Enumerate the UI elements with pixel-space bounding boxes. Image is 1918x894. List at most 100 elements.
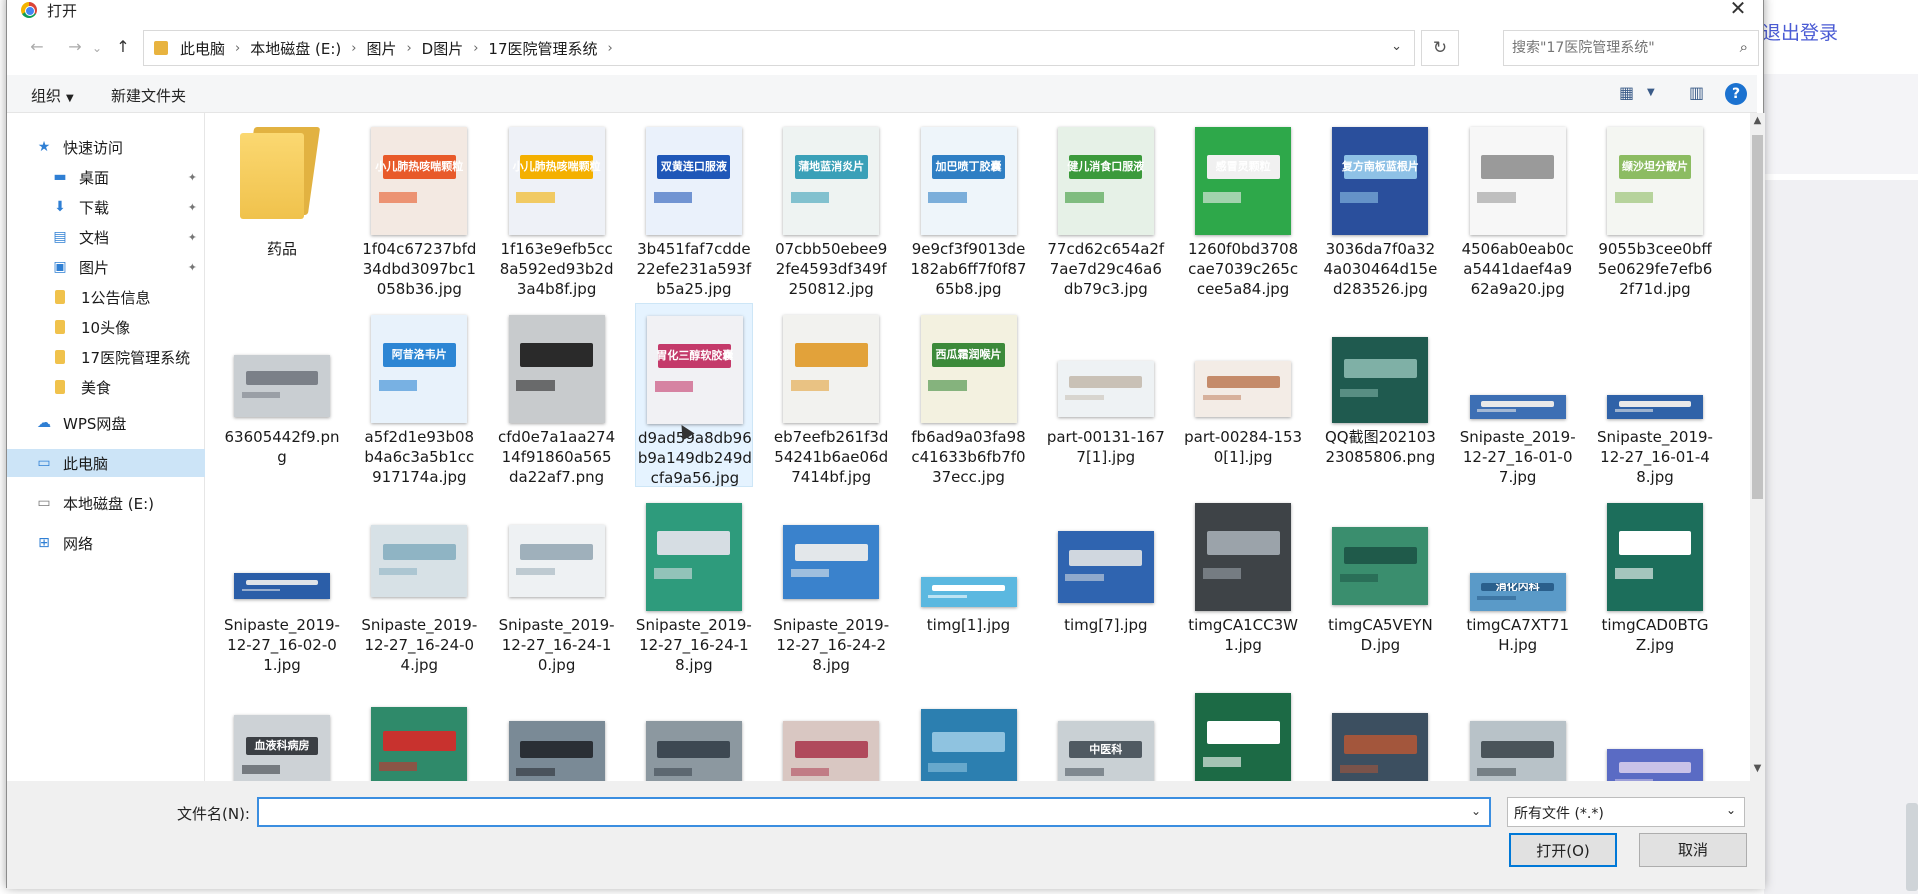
file-item[interactable]: eb7eefb261f3d54241b6ae06d7414bf.jpg: [772, 303, 890, 487]
help-icon[interactable]: ?: [1725, 83, 1747, 105]
breadcrumb-item[interactable]: 此电脑: [180, 38, 225, 59]
scroll-up-icon[interactable]: ▲: [1750, 115, 1765, 126]
preview-pane-icon[interactable]: ▥: [1689, 83, 1704, 102]
file-item[interactable]: 缬沙坦分散片 9055b3cee0bff5e0629fe7efb62f71d.jp…: [1596, 115, 1714, 299]
file-item[interactable]: timgCA1CC3W1.jpg: [1184, 491, 1302, 675]
file-item[interactable]: 胃化三醇软胶囊 d9ad59a8db96b9a149db249dcfa9a56.j…: [634, 303, 753, 487]
sidebar-item[interactable]: ⬇ 下载 ✦: [7, 193, 205, 221]
logout-link[interactable]: 退出登录: [1762, 18, 1838, 45]
file-item[interactable]: 63605442f9.png: [223, 303, 341, 487]
sidebar-item[interactable]: 17医院管理系统: [7, 343, 205, 371]
search-icon[interactable]: ⌕: [1740, 38, 1748, 56]
vertical-scrollbar[interactable]: ▲ ▼: [1750, 113, 1765, 781]
file-item[interactable]: 双黄连口服液 3b451faf7cdde22efe231a593fb5a25.jp…: [635, 115, 753, 299]
file-item[interactable]: 复方南板蓝根片 3036da7f0a324a030464d15ed283526.j…: [1321, 115, 1439, 299]
scroll-down-icon[interactable]: ▼: [1750, 763, 1765, 774]
breadcrumb-item[interactable]: 17医院管理系统: [488, 38, 597, 59]
filename-field[interactable]: ⌄: [257, 797, 1491, 827]
file-item[interactable]: 小儿肺热咳喘颗粒 1f163e9efb5cc8a592ed93b2d3a4b8f.…: [498, 115, 616, 299]
sidebar-item-this-pc[interactable]: ▭ 此电脑: [7, 449, 205, 477]
file-item[interactable]: Snipaste_2019-12-27_16-24-10.jpg: [498, 491, 616, 675]
folder-icon: [238, 125, 321, 219]
chevron-right-icon[interactable]: ›: [235, 41, 240, 56]
file-item[interactable]: 西瓜霜润喉片 fb6ad9a03fa98c41633b6fb7f037ecc.jp…: [910, 303, 1028, 487]
change-view-icon[interactable]: ▦: [1619, 83, 1634, 102]
search-input[interactable]: [1512, 36, 1722, 60]
chevron-down-icon[interactable]: ⌄: [1471, 804, 1481, 818]
back-arrow-icon[interactable]: ←: [25, 37, 49, 56]
cloud-icon: ☁: [37, 415, 51, 431]
file-item[interactable]: timg[7].jpg: [1047, 491, 1165, 675]
file-item[interactable]: cfd0e7a1aa27414f91860a565da22af7.png: [498, 303, 616, 487]
file-item[interactable]: 消化内科 timgCA7XT71H.jpg: [1459, 491, 1577, 675]
sidebar-item[interactable]: 1公告信息: [7, 283, 205, 311]
chevron-down-icon[interactable]: ⌄: [1391, 39, 1402, 54]
file-item[interactable]: Snipaste_2019-12-27_16-24-18.jpg: [635, 491, 753, 675]
forward-arrow-icon[interactable]: →: [63, 37, 87, 56]
file-item[interactable]: [360, 679, 478, 781]
file-item[interactable]: Snipaste_2019-12-27_16-02-01.jpg: [223, 491, 341, 675]
search-box[interactable]: ⌕: [1503, 30, 1759, 66]
file-item[interactable]: 感冒灵颗粒 1260f0bd3708cae7039c265ccee5a84.jpg: [1184, 115, 1302, 299]
file-item[interactable]: part-00284-1530[1].jpg: [1184, 303, 1302, 487]
breadcrumb-item[interactable]: 图片: [366, 38, 396, 59]
breadcrumb-item[interactable]: D图片: [422, 38, 464, 59]
file-item[interactable]: timg[1].jpg: [910, 491, 1028, 675]
file-name: timg[7].jpg: [1064, 616, 1148, 634]
file-type-select[interactable]: 所有文件 (*.*) ⌄: [1507, 797, 1745, 827]
sidebar-item[interactable]: 美食: [7, 373, 205, 401]
folder-item[interactable]: 药品: [223, 115, 341, 299]
file-item[interactable]: QQ截图20210323085806.png: [1321, 303, 1439, 487]
file-item[interactable]: 小儿肺热咳喘颗粒 1f04c67237bfd34dbd3097bc1058b36.…: [360, 115, 478, 299]
file-name: timgCAD0BTGZ.jpg: [1601, 616, 1709, 654]
file-item[interactable]: Snipaste_2019-12-27_16-01-07.jpg: [1459, 303, 1577, 487]
sidebar-item[interactable]: 10头像: [7, 313, 205, 341]
sidebar-item-local-disk[interactable]: ▭ 本地磁盘 (E:): [7, 489, 205, 517]
file-item[interactable]: 4506ab0eab0ca5441daef4a962a9a20.jpg: [1459, 115, 1577, 299]
sidebar-item[interactable]: ▣ 图片 ✦: [7, 253, 205, 281]
file-item[interactable]: Snipaste_2019-12-27_16-24-28.jpg: [772, 491, 890, 675]
chevron-right-icon[interactable]: ›: [406, 41, 411, 56]
sidebar-item-quick-access[interactable]: ★ 快速访问: [7, 133, 205, 161]
file-item[interactable]: 中医科: [1047, 679, 1165, 781]
file-item[interactable]: [1596, 679, 1714, 781]
file-item[interactable]: [772, 679, 890, 781]
file-item[interactable]: 阿昔洛韦片 a5f2d1e93b08b4a6c3a5b1cc917174a.jpg: [360, 303, 478, 487]
file-item[interactable]: 加巴喷丁胶囊 9e9cf3f9013de182ab6ff7f0f8765b8.jp…: [910, 115, 1028, 299]
organize-menu[interactable]: 组织 ▼: [31, 85, 74, 106]
file-item[interactable]: part-00131-1677[1].jpg: [1047, 303, 1165, 487]
chevron-right-icon[interactable]: ›: [608, 41, 613, 56]
new-folder-button[interactable]: 新建文件夹: [111, 85, 186, 106]
file-item[interactable]: timgCA5VEYND.jpg: [1321, 491, 1439, 675]
recent-locations-dropdown-icon[interactable]: ⌄: [85, 41, 109, 55]
file-item[interactable]: [498, 679, 616, 781]
file-item[interactable]: [910, 679, 1028, 781]
file-item[interactable]: 蒲地蓝消炎片 07cbb50ebee92fe4593df349f250812.jp…: [772, 115, 890, 299]
refresh-button[interactable]: ↻: [1421, 30, 1459, 66]
sidebar-item-wps[interactable]: ☁ WPS网盘: [7, 409, 205, 437]
filename-label: 文件名(N):: [177, 805, 250, 823]
sidebar-item[interactable]: ▤ 文档 ✦: [7, 223, 205, 251]
background-scrollbar[interactable]: [1906, 803, 1918, 891]
file-item[interactable]: Snipaste_2019-12-27_16-24-04.jpg: [360, 491, 478, 675]
file-item[interactable]: timgCAD0BTGZ.jpg: [1596, 491, 1714, 675]
sidebar-item[interactable]: ▬ 桌面 ✦: [7, 163, 205, 191]
file-item[interactable]: [635, 679, 753, 781]
file-item[interactable]: [1459, 679, 1577, 781]
file-item[interactable]: [1184, 679, 1302, 781]
up-arrow-icon[interactable]: ↑: [111, 37, 135, 56]
open-button[interactable]: 打开(O): [1509, 833, 1617, 867]
sidebar-item-network[interactable]: ⊞ 网络: [7, 529, 205, 557]
cancel-button[interactable]: 取消: [1639, 833, 1747, 867]
file-item[interactable]: [1321, 679, 1439, 781]
view-dropdown-icon[interactable]: ▼: [1647, 87, 1655, 98]
breadcrumb-item[interactable]: 本地磁盘 (E:): [250, 38, 341, 59]
chevron-right-icon[interactable]: ›: [351, 41, 356, 56]
file-item[interactable]: Snipaste_2019-12-27_16-01-48.jpg: [1596, 303, 1714, 487]
chevron-right-icon[interactable]: ›: [473, 41, 478, 56]
close-button[interactable]: ✕: [1723, 0, 1753, 21]
scrollbar-thumb[interactable]: [1752, 135, 1763, 499]
file-item[interactable]: 血液科病房: [223, 679, 341, 781]
address-bar[interactable]: 此电脑 › 本地磁盘 (E:) › 图片 › D图片 › 17医院管理系统 › ⌄: [143, 30, 1415, 66]
file-item[interactable]: 健儿消食口服液 77cd62c654a2f7ae7d29c46a6db79c3.j…: [1047, 115, 1165, 299]
